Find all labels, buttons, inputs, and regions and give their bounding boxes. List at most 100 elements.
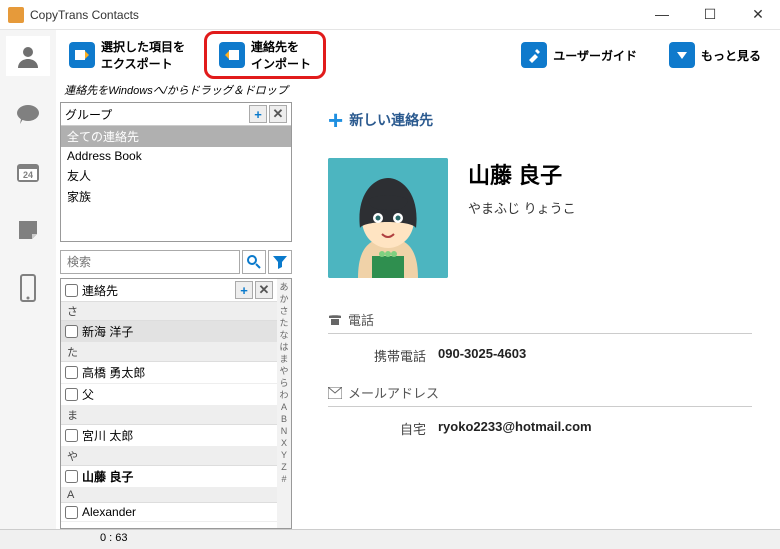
- alpha-letter[interactable]: ま: [277, 353, 291, 365]
- contact-item[interactable]: 父: [61, 384, 277, 406]
- select-all-checkbox[interactable]: [65, 284, 78, 297]
- remove-contact-button[interactable]: ✕: [255, 281, 273, 299]
- contact-name: Alexander: [82, 505, 136, 519]
- new-contact-button[interactable]: + 新しい連絡先: [328, 110, 752, 130]
- contacts-header: 連絡先 + ✕: [61, 279, 277, 302]
- toolbar: 選択した項目をエクスポート 連絡先をインポート ユーザーガイド もっと見る: [0, 30, 780, 80]
- add-contact-button[interactable]: +: [235, 281, 253, 299]
- remove-group-button[interactable]: ✕: [269, 105, 287, 123]
- phone-old-icon: [328, 313, 342, 327]
- groups-pane: グループ + ✕ 全ての連絡先Address Book友人家族: [60, 102, 292, 242]
- contact-checkbox[interactable]: [65, 470, 78, 483]
- alpha-letter[interactable]: ら: [277, 377, 291, 389]
- rail-contacts[interactable]: [6, 36, 50, 76]
- export-button[interactable]: 選択した項目をエクスポート: [60, 33, 194, 77]
- alpha-letter[interactable]: や: [277, 365, 291, 377]
- rail-device[interactable]: [6, 268, 50, 308]
- contact-item[interactable]: 新海 洋子: [61, 321, 277, 343]
- contact-letter: さ: [61, 302, 277, 321]
- group-item[interactable]: 全ての連絡先: [61, 126, 291, 147]
- contact-letter: A: [61, 488, 277, 503]
- email-label: 自宅: [328, 419, 438, 438]
- alpha-index[interactable]: あかさたなはまやらわABNXYZ#: [277, 279, 291, 528]
- email-value: ryoko2233@hotmail.com: [438, 419, 592, 438]
- add-group-button[interactable]: +: [249, 105, 267, 123]
- phone-icon: [19, 274, 37, 302]
- person-icon: [15, 44, 41, 68]
- rail-messages[interactable]: [6, 94, 50, 134]
- funnel-icon: [272, 254, 288, 270]
- contact-checkbox[interactable]: [65, 388, 78, 401]
- titlebar: CopyTrans Contacts — ☐ ✕: [0, 0, 780, 30]
- drag-hint: 連絡先をWindowsへ/からドラッグ＆ドロップ: [56, 80, 296, 100]
- close-button[interactable]: ✕: [744, 6, 772, 23]
- note-icon: [17, 219, 39, 241]
- contact-checkbox[interactable]: [65, 429, 78, 442]
- middle-panel: 連絡先をWindowsへ/からドラッグ＆ドロップ グループ + ✕ 全ての連絡先…: [56, 80, 296, 529]
- contact-item[interactable]: 山藤 良子: [61, 466, 277, 488]
- alpha-letter[interactable]: A: [277, 401, 291, 413]
- contact-letter: や: [61, 447, 277, 466]
- groups-header-label: グループ: [65, 106, 247, 123]
- svg-text:24: 24: [23, 170, 33, 180]
- filter-button[interactable]: [268, 250, 292, 274]
- dropdown-icon: [669, 42, 695, 68]
- import-icon: [219, 42, 245, 68]
- group-item[interactable]: Address Book: [61, 147, 291, 165]
- contact-letter: ま: [61, 406, 277, 425]
- alpha-letter[interactable]: N: [277, 425, 291, 437]
- email-section: メールアドレス: [328, 379, 752, 407]
- group-item[interactable]: 家族: [61, 186, 291, 207]
- contact-item[interactable]: 高橋 勇太郎: [61, 362, 277, 384]
- contact-name: 宮川 太郎: [82, 427, 133, 444]
- alpha-letter[interactable]: あ: [277, 281, 291, 293]
- contact-name: 山藤 良子: [82, 468, 133, 485]
- status-count: 0 : 63: [100, 532, 128, 544]
- speech-icon: [15, 103, 41, 125]
- user-guide-button[interactable]: ユーザーガイド: [512, 37, 646, 73]
- alpha-letter[interactable]: さ: [277, 305, 291, 317]
- detail-panel: + 新しい連絡先 山藤 良子 やまふじ りょうこ 電話: [300, 80, 772, 529]
- alpha-letter[interactable]: な: [277, 329, 291, 341]
- contact-name: 新海 洋子: [82, 323, 133, 340]
- groups-list: 全ての連絡先Address Book友人家族: [61, 126, 291, 241]
- rail-calendar[interactable]: 24: [6, 152, 50, 192]
- alpha-letter[interactable]: は: [277, 341, 291, 353]
- minimize-button[interactable]: —: [648, 6, 676, 23]
- contact-reading: やまふじ りょうこ: [468, 198, 576, 217]
- alpha-letter[interactable]: #: [277, 473, 291, 485]
- contact-name: 父: [82, 386, 94, 403]
- more-button[interactable]: もっと見る: [660, 37, 770, 73]
- status-bar: 0 : 63: [0, 529, 780, 549]
- app-icon: [8, 7, 24, 23]
- import-button[interactable]: 連絡先をインポート: [204, 31, 326, 79]
- rail-notes[interactable]: [6, 210, 50, 250]
- contact-checkbox[interactable]: [65, 366, 78, 379]
- contacts-list: 連絡先 + ✕ さ新海 洋子た高橋 勇太郎父ま宮川 太郎や山藤 良子 A Alexa…: [61, 279, 277, 528]
- contact-item[interactable]: Alexander: [61, 503, 277, 522]
- contact-item[interactable]: 宮川 太郎: [61, 425, 277, 447]
- left-rail: 24: [0, 30, 56, 529]
- calendar-icon: 24: [15, 160, 41, 184]
- search-icon: [246, 254, 262, 270]
- alpha-letter[interactable]: か: [277, 293, 291, 305]
- window-title: CopyTrans Contacts: [30, 8, 139, 22]
- alpha-letter[interactable]: Z: [277, 461, 291, 473]
- search-button[interactable]: [242, 250, 266, 274]
- contact-checkbox[interactable]: [65, 325, 78, 338]
- phone-section: 電話: [328, 306, 752, 334]
- group-item[interactable]: 友人: [61, 165, 291, 186]
- contact-letter: た: [61, 343, 277, 362]
- alpha-letter[interactable]: B: [277, 413, 291, 425]
- contact-name: 高橋 勇太郎: [82, 364, 145, 381]
- alpha-letter[interactable]: X: [277, 437, 291, 449]
- phone-value: 090-3025-4603: [438, 346, 526, 365]
- alpha-letter[interactable]: わ: [277, 389, 291, 401]
- contact-checkbox[interactable]: [65, 506, 78, 519]
- search-input[interactable]: [60, 250, 240, 274]
- maximize-button[interactable]: ☐: [696, 6, 724, 23]
- phone-label: 携帯電話: [328, 346, 438, 365]
- alpha-letter[interactable]: た: [277, 317, 291, 329]
- avatar: [328, 158, 448, 278]
- alpha-letter[interactable]: Y: [277, 449, 291, 461]
